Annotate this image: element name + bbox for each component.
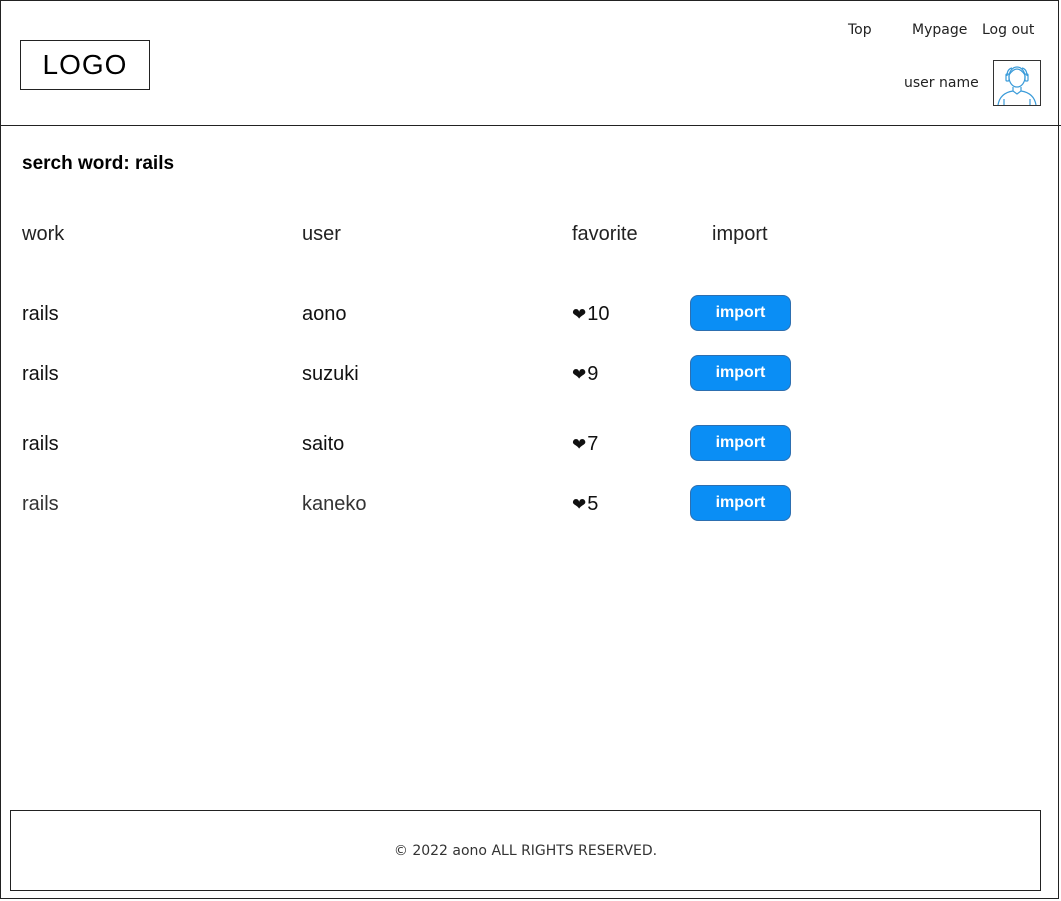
logo[interactable]: LOGO <box>20 40 150 90</box>
site-footer: © 2022 aono ALL RIGHTS RESERVED. <box>10 810 1041 891</box>
nav-mypage-link[interactable]: Mypage <box>912 22 967 38</box>
heart-icon: ❤ <box>572 434 587 454</box>
heart-icon: ❤ <box>572 364 587 384</box>
page-frame <box>0 0 1059 899</box>
user-avatar-icon <box>997 66 1037 106</box>
column-header-favorite: favorite <box>572 223 638 245</box>
favorite-count[interactable]: ❤ 7 <box>572 433 598 456</box>
favorite-count[interactable]: ❤ 9 <box>572 363 598 386</box>
import-button[interactable]: import <box>690 425 791 461</box>
work-cell[interactable]: rails <box>22 303 59 326</box>
favorite-count[interactable]: ❤ 5 <box>572 493 598 516</box>
heart-icon: ❤ <box>572 304 587 324</box>
import-button[interactable]: import <box>690 295 791 331</box>
nav-logout-link[interactable]: Log out <box>982 22 1034 38</box>
search-word-title: serch word: rails <box>22 153 175 174</box>
nav-top-link[interactable]: Top <box>848 22 872 38</box>
user-cell[interactable]: suzuki <box>302 363 359 386</box>
avatar[interactable] <box>993 60 1041 106</box>
column-header-user: user <box>302 223 341 245</box>
user-cell[interactable]: aono <box>302 303 347 326</box>
favorite-value: 9 <box>587 363 599 385</box>
favorite-count[interactable]: ❤ 10 <box>572 303 610 326</box>
work-cell[interactable]: rails <box>22 433 59 456</box>
column-header-work: work <box>22 223 65 245</box>
favorite-value: 5 <box>587 493 599 515</box>
favorite-value: 10 <box>587 303 610 325</box>
user-cell[interactable]: saito <box>302 433 344 456</box>
column-header-import: import <box>712 223 768 245</box>
import-button[interactable]: import <box>690 485 791 521</box>
work-cell[interactable]: rails <box>22 363 59 386</box>
favorite-value: 7 <box>587 433 599 455</box>
copyright-text: © 2022 aono ALL RIGHTS RESERVED. <box>393 842 658 859</box>
user-cell[interactable]: kaneko <box>302 493 367 516</box>
user-name: user name <box>904 75 979 91</box>
import-button[interactable]: import <box>690 355 791 391</box>
work-cell[interactable]: rails <box>22 493 59 516</box>
heart-icon: ❤ <box>572 494 587 514</box>
header-divider <box>0 125 1061 126</box>
